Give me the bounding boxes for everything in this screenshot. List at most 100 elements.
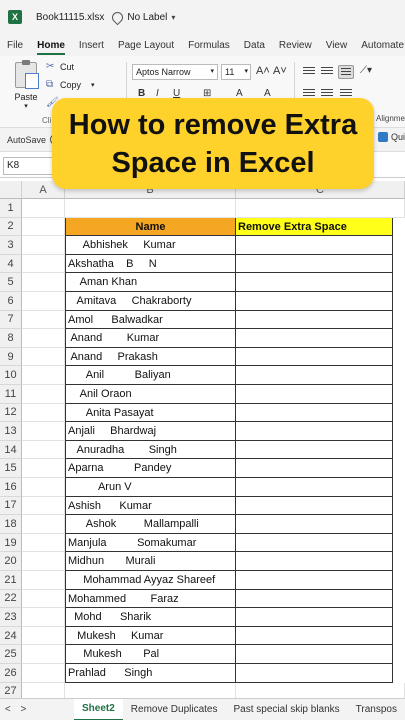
cell[interactable] <box>22 310 65 330</box>
select-all-corner[interactable] <box>0 181 22 199</box>
result-cell[interactable] <box>236 459 393 478</box>
cell[interactable] <box>22 422 65 441</box>
cell[interactable] <box>22 347 65 367</box>
result-cell[interactable] <box>236 645 393 664</box>
sheet-tab[interactable]: Sheet2 <box>73 699 123 720</box>
tab-file[interactable]: File <box>0 34 30 56</box>
name-cell[interactable]: Amitava Chakraborty <box>65 292 236 311</box>
sheet-tab[interactable]: Transpos <box>348 699 405 720</box>
chevron-down-icon[interactable]: ▾ <box>8 102 44 110</box>
row-header[interactable]: 22 <box>0 589 22 609</box>
row-header[interactable]: 25 <box>0 645 22 664</box>
paste-button[interactable]: Paste ▾ <box>8 60 44 110</box>
cell[interactable] <box>22 366 65 385</box>
result-cell[interactable] <box>236 664 393 683</box>
name-cell[interactable]: Abhishek Kumar <box>65 236 236 255</box>
cell[interactable] <box>22 682 65 698</box>
tab-home[interactable]: Home <box>30 34 72 56</box>
cell[interactable] <box>22 329 65 348</box>
name-cell[interactable]: Ashish Kumar <box>65 496 236 516</box>
result-cell[interactable] <box>236 571 393 590</box>
result-cell[interactable] <box>236 292 393 311</box>
align-middle-icon[interactable] <box>321 67 333 77</box>
result-cell[interactable] <box>236 496 393 516</box>
row-header[interactable]: 26 <box>0 664 22 683</box>
cell[interactable] <box>22 645 65 664</box>
name-cell[interactable]: Amol Balwadkar <box>65 310 236 330</box>
row-header[interactable]: 14 <box>0 440 22 460</box>
cell[interactable] <box>22 552 65 571</box>
name-cell[interactable]: Midhun Murali <box>65 552 236 571</box>
name-cell[interactable]: Aparna Pandey <box>65 459 236 478</box>
result-cell[interactable] <box>236 366 393 385</box>
name-cell[interactable]: Mukesh Kumar <box>65 626 236 646</box>
name-cell[interactable]: Mohammad Ayyaz Shareef <box>65 571 236 590</box>
chevron-down-icon[interactable]: ▾ <box>171 13 175 22</box>
name-cell[interactable]: Anand Prakash <box>65 347 236 367</box>
result-cell[interactable] <box>236 199 405 218</box>
name-cell[interactable]: Akshatha B N <box>65 254 236 274</box>
name-cell[interactable]: Aman Khan <box>65 273 236 292</box>
result-cell[interactable] <box>236 385 393 404</box>
sheet-tab[interactable]: Remove Duplicates <box>123 699 226 720</box>
row-header[interactable]: 1 <box>0 199 22 218</box>
result-cell[interactable] <box>236 626 393 646</box>
row-header[interactable]: 17 <box>0 496 22 516</box>
tab-page-layout[interactable]: Page Layout <box>111 34 181 56</box>
name-cell[interactable]: Mohammed Faraz <box>65 589 236 609</box>
cell[interactable] <box>22 608 65 627</box>
name-cell[interactable]: Anil Baliyan <box>65 366 236 385</box>
chevron-right-icon[interactable]: > <box>16 704 32 715</box>
cell[interactable] <box>22 515 65 534</box>
tab-review[interactable]: Review <box>272 34 319 56</box>
font-name-select[interactable]: Aptos Narrow ▾ <box>132 64 218 80</box>
name-cell[interactable]: Anjali Bhardwaj <box>65 422 236 441</box>
tab-view[interactable]: View <box>319 34 355 56</box>
cell[interactable] <box>22 664 65 683</box>
result-cell[interactable] <box>236 515 393 534</box>
cell[interactable] <box>22 254 65 274</box>
name-cell[interactable]: Manjula Somakumar <box>65 533 236 553</box>
cell[interactable] <box>22 496 65 516</box>
row-header[interactable]: 10 <box>0 366 22 385</box>
result-cell[interactable] <box>236 347 393 367</box>
row-header[interactable]: 4 <box>0 254 22 274</box>
name-cell[interactable]: Mukesh Pal <box>65 645 236 664</box>
name-cell[interactable]: Anil Oraon <box>65 385 236 404</box>
name-cell[interactable]: Prahlad Singh <box>65 664 236 683</box>
result-cell[interactable] <box>236 608 393 627</box>
row-header[interactable]: 20 <box>0 552 22 571</box>
tab-automate[interactable]: Automate <box>354 34 405 56</box>
cell[interactable] <box>22 217 65 237</box>
row-header[interactable]: 24 <box>0 626 22 646</box>
name-cell[interactable]: Arun V <box>65 478 236 497</box>
cell[interactable] <box>22 478 65 497</box>
decrease-font-size-button[interactable]: A˅ <box>273 65 287 77</box>
row-header[interactable]: 18 <box>0 515 22 534</box>
align-top-icon[interactable] <box>303 67 315 77</box>
cell[interactable] <box>22 236 65 255</box>
name-column-header[interactable]: Name <box>65 217 236 237</box>
cell[interactable] <box>22 385 65 404</box>
row-header[interactable]: 5 <box>0 273 22 292</box>
cell[interactable] <box>22 273 65 292</box>
cell[interactable] <box>22 292 65 311</box>
file-name[interactable]: Book11115.xlsx <box>36 12 104 23</box>
align-bottom-icon[interactable] <box>338 65 354 79</box>
cell[interactable] <box>22 440 65 460</box>
remove-extra-space-header[interactable]: Remove Extra Space <box>236 217 393 237</box>
cell[interactable] <box>22 626 65 646</box>
row-header[interactable]: 11 <box>0 385 22 404</box>
result-cell[interactable] <box>236 589 393 609</box>
cell[interactable] <box>22 533 65 553</box>
cell[interactable] <box>22 459 65 478</box>
row-header[interactable]: 8 <box>0 329 22 348</box>
name-cell[interactable]: Anuradha Singh <box>65 440 236 460</box>
result-cell[interactable] <box>236 329 393 348</box>
orientation-icon[interactable]: ⟋▾ <box>360 65 372 76</box>
tab-formulas[interactable]: Formulas <box>181 34 237 56</box>
row-header[interactable]: 27 <box>0 682 22 698</box>
name-cell[interactable]: Mohd Sharik <box>65 608 236 627</box>
worksheet-grid[interactable]: A B C 1 2 Name Remove Extra Space 3 Abhishek Ku… <box>0 181 405 698</box>
row-header[interactable]: 19 <box>0 533 22 553</box>
